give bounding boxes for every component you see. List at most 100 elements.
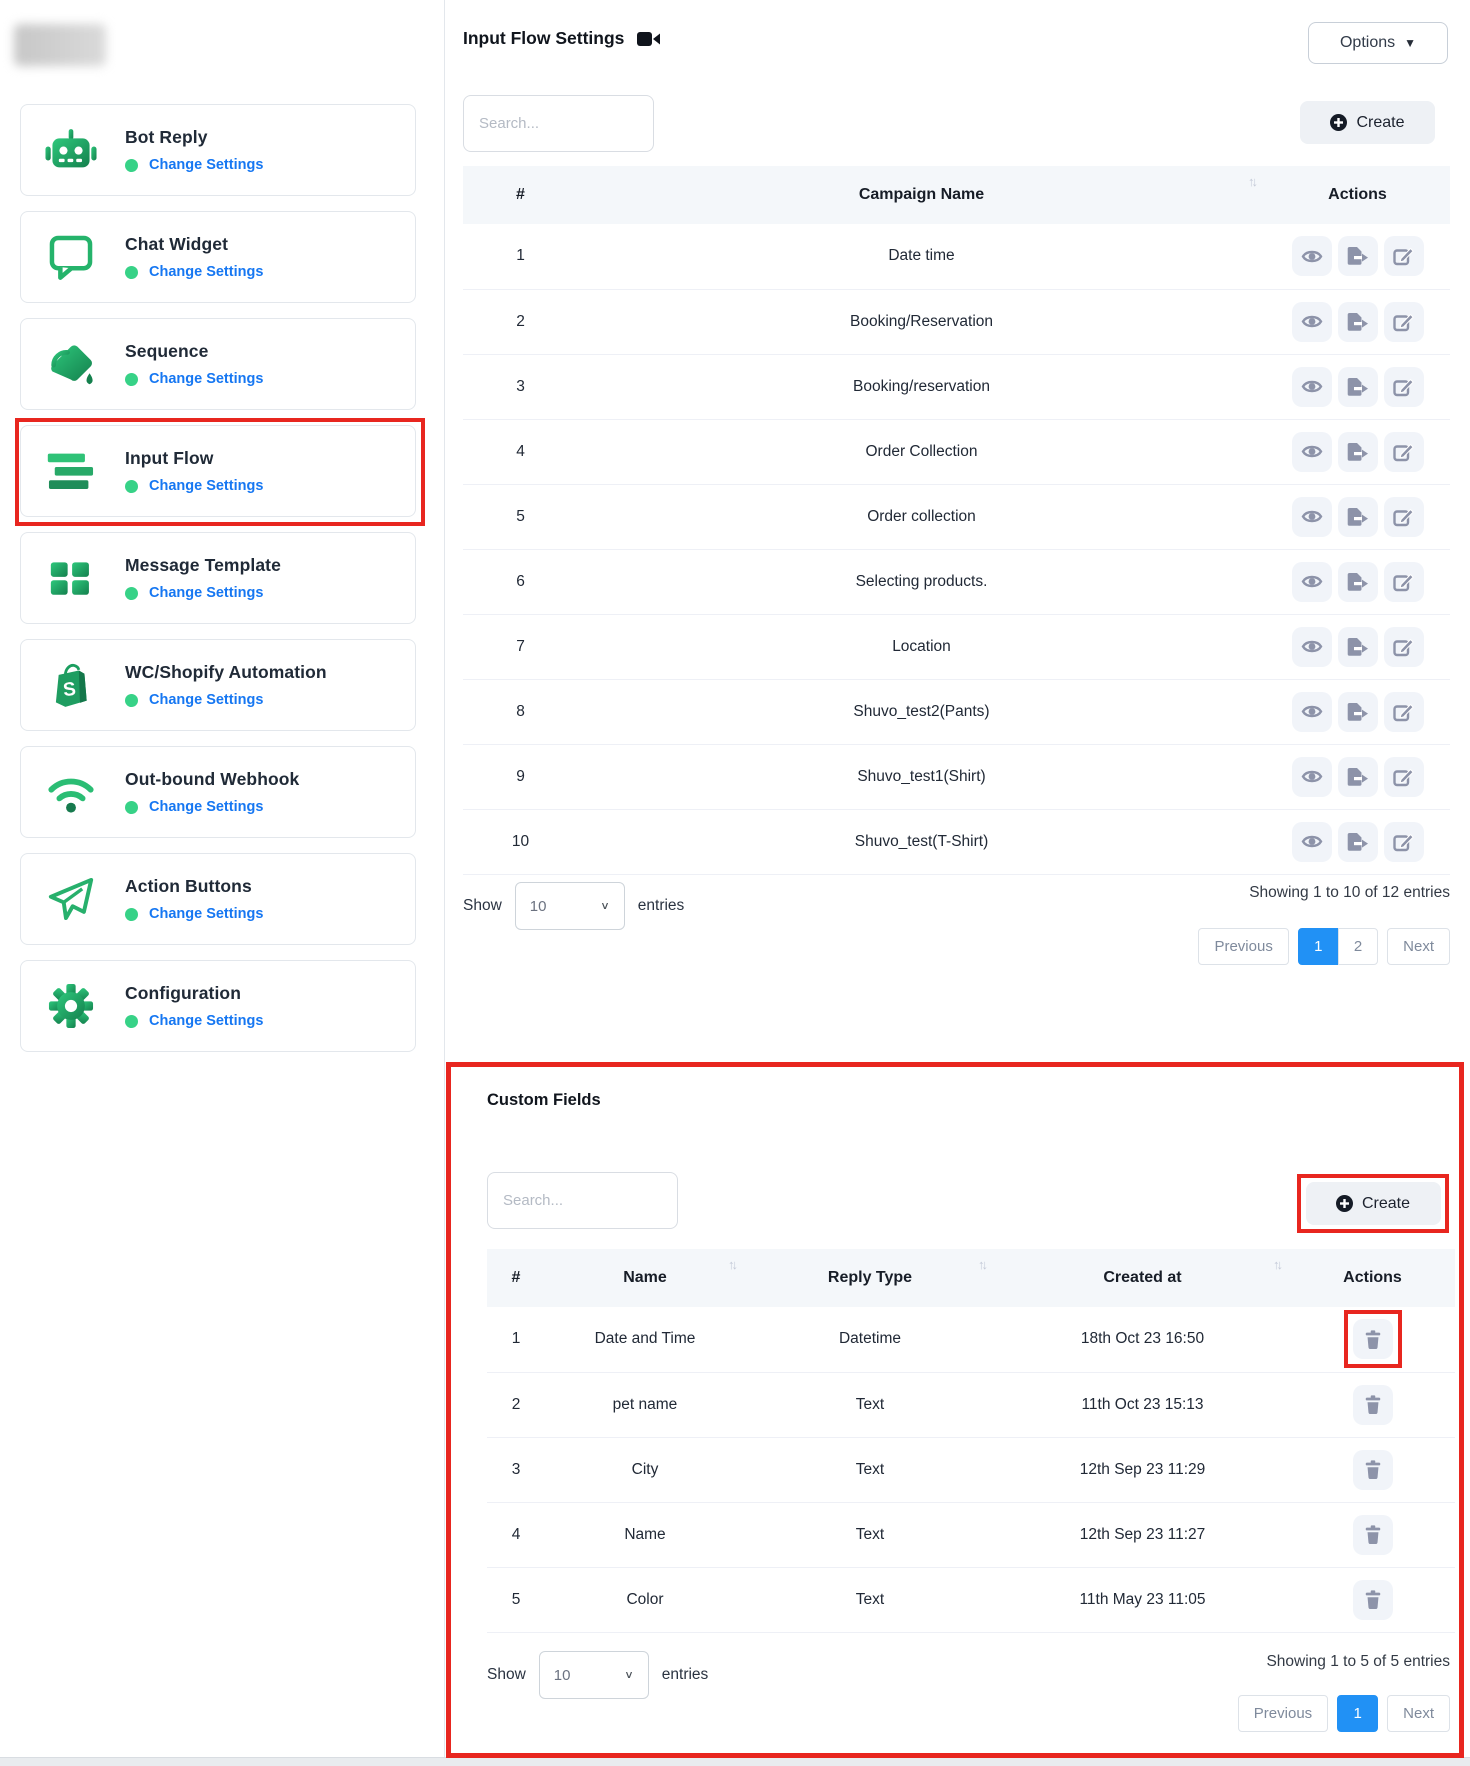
- column-header-created-at[interactable]: Created at ↑↓: [995, 1249, 1290, 1307]
- custom-fields-search-input[interactable]: [487, 1172, 678, 1229]
- campaigns-create-button[interactable]: Create: [1300, 101, 1435, 144]
- export-button[interactable]: [1338, 432, 1378, 472]
- sidebar-item-wc-shopify[interactable]: S WC/Shopify Automation Change Settings: [20, 639, 416, 731]
- delete-button[interactable]: [1353, 1450, 1393, 1490]
- export-button[interactable]: [1338, 497, 1378, 537]
- edit-button[interactable]: [1384, 692, 1424, 732]
- page-1-button[interactable]: 1: [1337, 1695, 1378, 1732]
- edit-button[interactable]: [1384, 627, 1424, 667]
- column-header-campaign-name[interactable]: Campaign Name ↑↓: [578, 166, 1265, 224]
- view-button[interactable]: [1292, 692, 1332, 732]
- status-dot: [125, 266, 138, 279]
- view-button[interactable]: [1292, 236, 1332, 276]
- view-button[interactable]: [1292, 757, 1332, 797]
- eye-icon: [1301, 767, 1323, 786]
- sort-icon[interactable]: ↑↓: [978, 1257, 985, 1272]
- export-button[interactable]: [1338, 692, 1378, 732]
- change-settings-link[interactable]: Change Settings: [149, 1013, 263, 1029]
- delete-button[interactable]: [1353, 1515, 1393, 1555]
- view-button[interactable]: [1292, 432, 1332, 472]
- annotation-box-delete: [1344, 1310, 1402, 1368]
- edit-button[interactable]: [1384, 432, 1424, 472]
- annotation-box-delete: [1344, 1441, 1402, 1499]
- gear-icon: [39, 974, 103, 1038]
- export-button[interactable]: [1338, 627, 1378, 667]
- change-settings-link[interactable]: Change Settings: [149, 478, 263, 494]
- change-settings-link[interactable]: Change Settings: [149, 799, 263, 815]
- export-button[interactable]: [1338, 562, 1378, 602]
- sidebar-item-input-flow[interactable]: Input Flow Change Settings: [20, 425, 416, 517]
- export-button[interactable]: [1338, 236, 1378, 276]
- change-settings-link[interactable]: Change Settings: [149, 585, 263, 601]
- delete-button[interactable]: [1353, 1319, 1393, 1359]
- campaign-name-cell: Date time: [578, 224, 1265, 289]
- sidebar-item-label: Bot Reply: [125, 127, 263, 148]
- eye-icon: [1301, 702, 1323, 721]
- delete-button[interactable]: [1353, 1385, 1393, 1425]
- create-button-label: Create: [1356, 114, 1404, 132]
- custom-fields-create-button[interactable]: Create: [1306, 1182, 1441, 1225]
- edit-button[interactable]: [1384, 367, 1424, 407]
- table-row: 7 Location: [463, 614, 1450, 679]
- column-header-reply-type[interactable]: Reply Type ↑↓: [745, 1249, 995, 1307]
- sort-icon[interactable]: ↑↓: [1273, 1257, 1280, 1272]
- change-settings-link[interactable]: Change Settings: [149, 906, 263, 922]
- previous-page-button[interactable]: Previous: [1198, 928, 1288, 965]
- next-page-button[interactable]: Next: [1387, 1695, 1450, 1732]
- sidebar-item-label: Configuration: [125, 983, 263, 1004]
- options-button[interactable]: Options ▼: [1308, 22, 1448, 64]
- row-index: 3: [487, 1437, 545, 1502]
- export-button[interactable]: [1338, 302, 1378, 342]
- change-settings-link[interactable]: Change Settings: [149, 264, 263, 280]
- export-button[interactable]: [1338, 822, 1378, 862]
- column-header-name[interactable]: Name ↑↓: [545, 1249, 745, 1307]
- next-page-button[interactable]: Next: [1387, 928, 1450, 965]
- custom-fields-pagination: Previous 1 Next: [1238, 1695, 1450, 1732]
- edit-button[interactable]: [1384, 236, 1424, 276]
- row-index: 7: [463, 614, 578, 679]
- page-bottom-strip: [0, 1757, 1470, 1766]
- sidebar-item-chat-widget[interactable]: Chat Widget Change Settings: [20, 211, 416, 303]
- created-at-cell: 11th Oct 23 15:13: [995, 1372, 1290, 1437]
- file-export-icon: [1346, 767, 1369, 787]
- view-button[interactable]: [1292, 302, 1332, 342]
- page-size-select[interactable]: 10 ∨: [515, 882, 625, 930]
- campaigns-search-input[interactable]: [463, 95, 654, 152]
- view-button[interactable]: [1292, 497, 1332, 537]
- sidebar-item-message-template[interactable]: Message Template Change Settings: [20, 532, 416, 624]
- edit-icon: [1393, 507, 1414, 527]
- table-row: 3 City Text 12th Sep 23 11:29: [487, 1437, 1455, 1502]
- export-button[interactable]: [1338, 757, 1378, 797]
- view-button[interactable]: [1292, 822, 1332, 862]
- edit-button[interactable]: [1384, 822, 1424, 862]
- change-settings-link[interactable]: Change Settings: [149, 371, 263, 387]
- delete-button[interactable]: [1353, 1580, 1393, 1620]
- view-button[interactable]: [1292, 627, 1332, 667]
- change-settings-link[interactable]: Change Settings: [149, 692, 263, 708]
- sidebar-item-action-buttons[interactable]: Action Buttons Change Settings: [20, 853, 416, 945]
- page-size-select[interactable]: 10 ∨: [539, 1651, 649, 1699]
- sort-icon[interactable]: ↑↓: [728, 1257, 735, 1272]
- row-index: 1: [463, 224, 578, 289]
- sidebar-item-outbound-webhook[interactable]: Out-bound Webhook Change Settings: [20, 746, 416, 838]
- field-name-cell: Date and Time: [545, 1307, 745, 1372]
- edit-button[interactable]: [1384, 757, 1424, 797]
- change-settings-link[interactable]: Change Settings: [149, 157, 263, 173]
- campaign-name-cell: Location: [578, 614, 1265, 679]
- video-camera-icon[interactable]: [637, 30, 661, 48]
- page-1-button[interactable]: 1: [1298, 928, 1339, 965]
- sort-icon[interactable]: ↑↓: [1248, 174, 1255, 189]
- paper-plane-icon: [39, 867, 103, 931]
- previous-page-button[interactable]: Previous: [1238, 1695, 1328, 1732]
- sidebar-item-configuration[interactable]: Configuration Change Settings: [20, 960, 416, 1052]
- view-button[interactable]: [1292, 562, 1332, 602]
- sidebar-item-sequence[interactable]: Sequence Change Settings: [20, 318, 416, 410]
- page-2-button[interactable]: 2: [1338, 928, 1378, 965]
- entries-label: entries: [662, 1666, 709, 1684]
- edit-button[interactable]: [1384, 497, 1424, 537]
- export-button[interactable]: [1338, 367, 1378, 407]
- sidebar-item-bot-reply[interactable]: Bot Reply Change Settings: [20, 104, 416, 196]
- view-button[interactable]: [1292, 367, 1332, 407]
- edit-button[interactable]: [1384, 562, 1424, 602]
- edit-button[interactable]: [1384, 302, 1424, 342]
